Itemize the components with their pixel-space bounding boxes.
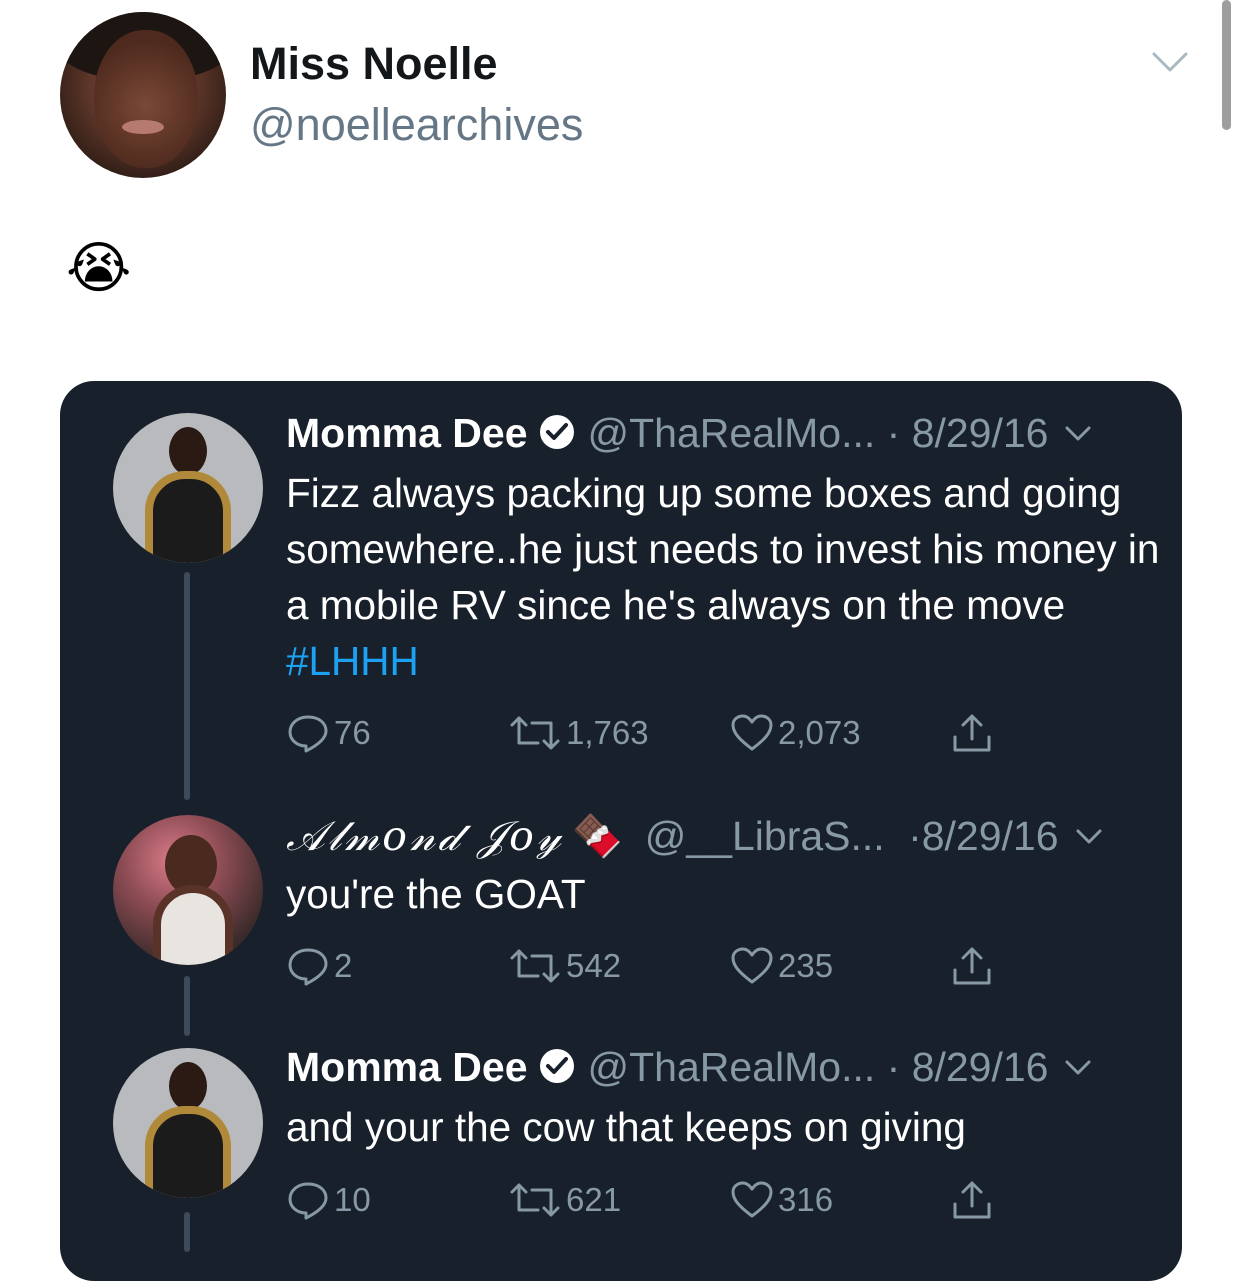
share-icon: [953, 947, 991, 985]
like-count: 2,073: [778, 714, 861, 751]
reply-icon: [288, 948, 328, 986]
tweet-date[interactable]: 8/29/16: [922, 813, 1059, 859]
reply-button[interactable]: 10: [286, 1180, 371, 1220]
reply-count: 76: [334, 714, 371, 751]
tweet-header: Momma Dee @ThaRealMo... · 8/29/16: [286, 410, 1092, 457]
tweet-text-content: Fizz always packing up some boxes and go…: [286, 470, 1160, 628]
retweet-icon: [510, 949, 560, 983]
tweet-text: and your the cow that keeps on giving: [286, 1104, 966, 1150]
thread-connector-line: [184, 1212, 190, 1252]
tweet-handle[interactable]: @ThaRealMo...: [588, 410, 876, 456]
tweet-avatar[interactable]: [113, 1048, 263, 1198]
like-button[interactable]: 235: [730, 946, 833, 986]
tweet-display-name[interactable]: Momma Dee: [286, 1044, 528, 1090]
heart-icon: [731, 714, 773, 751]
like-button[interactable]: 2,073: [730, 713, 861, 753]
retweet-count: 621: [566, 1181, 622, 1218]
retweet-button[interactable]: 542: [508, 946, 621, 986]
reply-icon: [288, 1182, 328, 1220]
verified-badge-icon: [539, 1049, 574, 1083]
thread-connector-line: [184, 572, 190, 800]
separator: ·: [896, 813, 922, 859]
reply-button[interactable]: 2: [286, 946, 352, 986]
tweet-header: 𝒜𝓁𝓂𝑜𝓃𝒹 𝒥𝑜𝓎 🍫 @__LibraS... ·8/29/16: [286, 812, 1103, 861]
chevron-down-icon[interactable]: [1075, 828, 1103, 846]
share-icon: [953, 1181, 991, 1219]
chevron-down-icon[interactable]: [1064, 425, 1092, 443]
like-count: 316: [778, 1181, 834, 1218]
tweet-avatar[interactable]: [113, 815, 263, 965]
author-avatar[interactable]: [60, 12, 226, 178]
retweet-icon: [510, 1183, 560, 1217]
retweet-button[interactable]: 1,763: [508, 713, 649, 753]
share-button[interactable]: [950, 946, 994, 986]
chocolate-emoji: 🍫: [571, 813, 623, 859]
tweet-date[interactable]: 8/29/16: [912, 410, 1049, 456]
reply-button[interactable]: 76: [286, 713, 371, 753]
tweet-text: you're the GOAT: [286, 871, 586, 917]
tweet-handle[interactable]: @__LibraS...: [645, 813, 885, 859]
retweet-count: 542: [566, 947, 622, 984]
reply-count: 2: [334, 947, 353, 984]
hashtag-link[interactable]: #LHHH: [286, 638, 419, 684]
tweet-actions: 2 542 235: [286, 946, 1046, 986]
tweet-handle[interactable]: @ThaRealMo...: [588, 1044, 876, 1090]
chevron-down-icon[interactable]: [1064, 1059, 1092, 1077]
thread-connector-line: [184, 976, 190, 1036]
retweet-count: 1,763: [566, 714, 649, 751]
like-count: 235: [778, 947, 834, 984]
verified-badge-icon: [539, 415, 574, 449]
tweet-header: Momma Dee @ThaRealMo... · 8/29/16: [286, 1044, 1092, 1091]
heart-icon: [731, 947, 773, 984]
tweet-avatar[interactable]: [113, 413, 263, 563]
author-handle[interactable]: @noellearchives: [250, 99, 583, 151]
like-button[interactable]: 316: [730, 1180, 833, 1220]
author-display-name[interactable]: Miss Noelle: [250, 38, 498, 90]
retweet-button[interactable]: 621: [508, 1180, 621, 1220]
heart-icon: [731, 1181, 773, 1218]
reply-count: 10: [334, 1181, 371, 1218]
tweet-actions: 10 621 316: [286, 1180, 1046, 1220]
share-button[interactable]: [950, 1180, 994, 1220]
share-button[interactable]: [950, 713, 994, 753]
tweet-date[interactable]: 8/29/16: [912, 1044, 1049, 1090]
tweet-actions: 76 1,763 2,073: [286, 713, 1046, 753]
tweet-display-name[interactable]: 𝒜𝓁𝓂𝑜𝓃𝒹 𝒥𝑜𝓎: [286, 812, 564, 860]
retweet-icon: [510, 716, 560, 750]
tweet-text: 😭: [66, 236, 132, 299]
reply-icon: [288, 715, 328, 753]
tweet-text: Fizz always packing up some boxes and go…: [286, 465, 1166, 689]
separator: ·: [875, 1044, 912, 1090]
share-icon: [953, 714, 991, 752]
separator: ·: [875, 410, 912, 456]
scrollbar[interactable]: [1222, 0, 1231, 130]
tweet-menu-chevron-down-icon[interactable]: [1150, 48, 1190, 78]
tweet-display-name[interactable]: Momma Dee: [286, 410, 528, 456]
